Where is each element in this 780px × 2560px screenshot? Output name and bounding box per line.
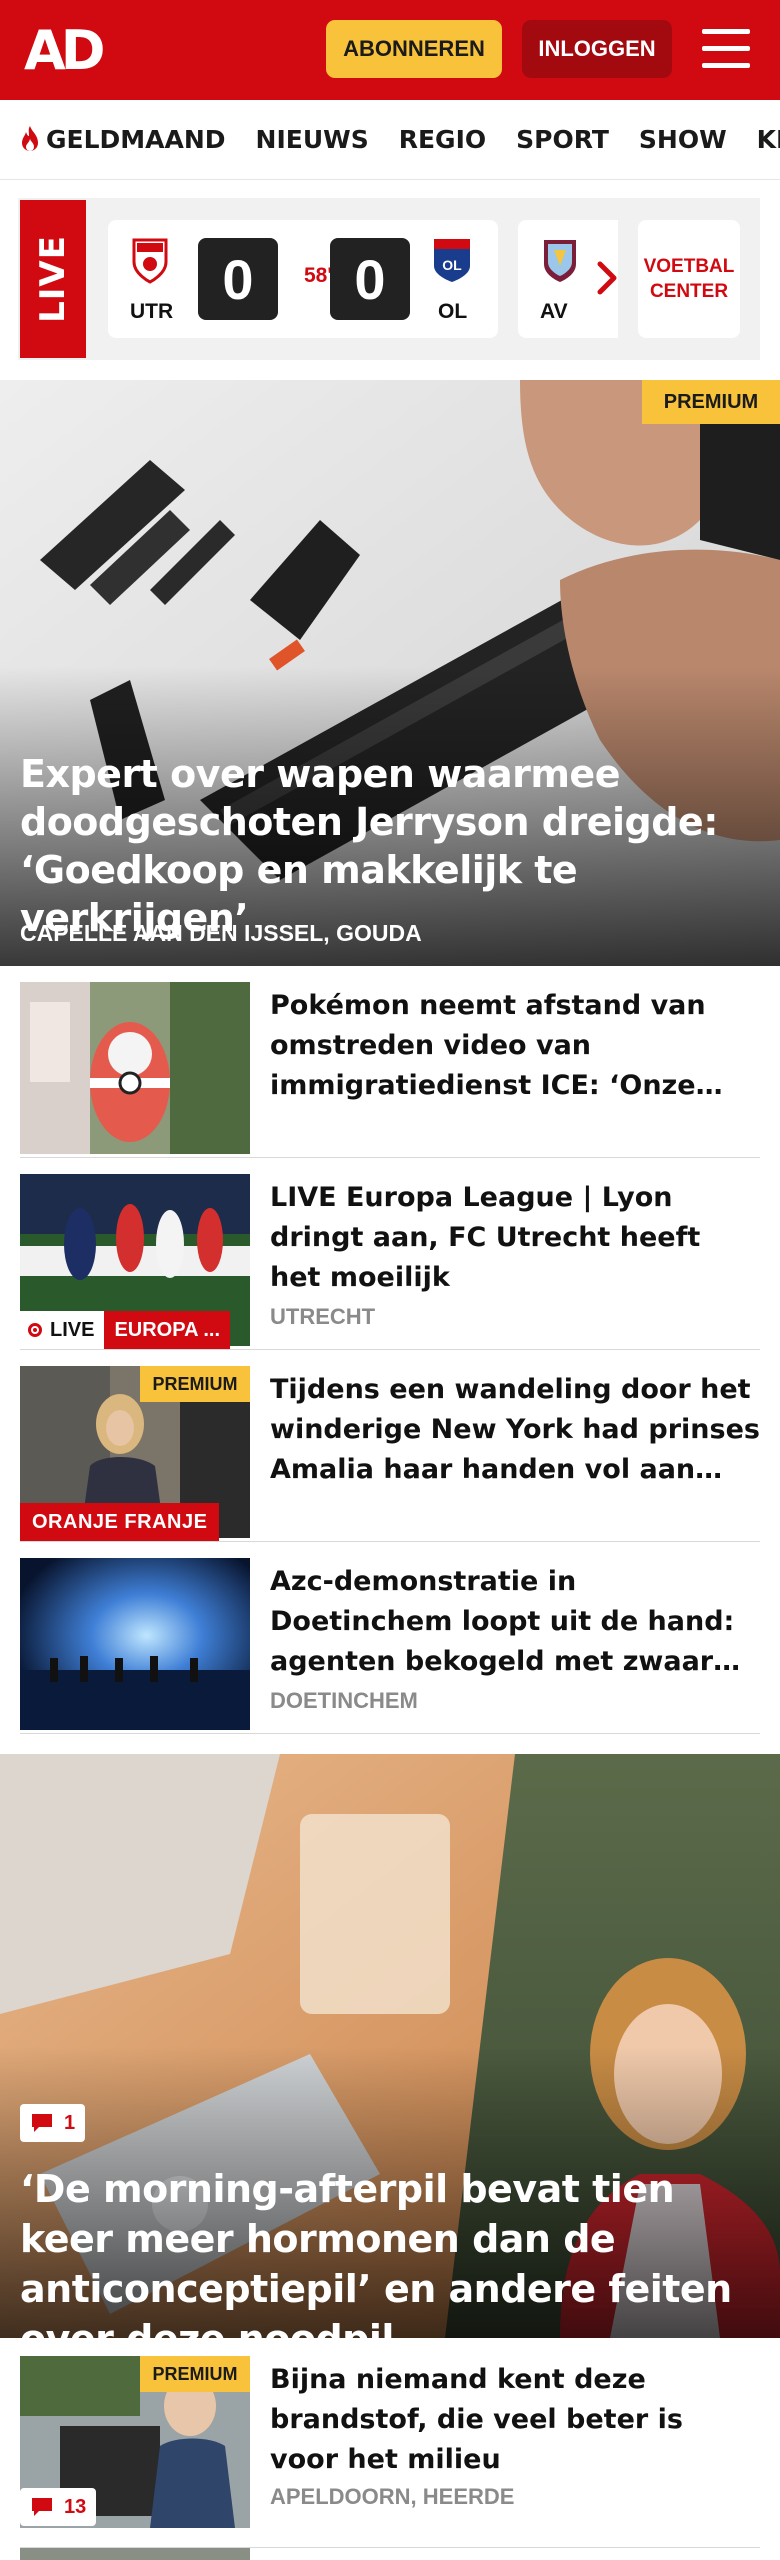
comment-icon — [32, 2498, 52, 2516]
article-title[interactable]: LIVE Europa League | Lyon dringt aan, FC… — [270, 1178, 760, 1298]
svg-text:OL: OL — [442, 257, 462, 273]
live-dot-icon — [28, 1323, 42, 1337]
nav-item-show[interactable]: SHOW — [639, 125, 727, 154]
ad-logo[interactable]: AD — [24, 24, 106, 78]
away-team-code: OL — [438, 300, 468, 323]
list-item[interactable]: PREMIUM 13 Bijna niemand kent deze brand… — [20, 2338, 760, 2548]
article-location: APELDOORN, HEERDE — [270, 2484, 515, 2509]
chevron-right-icon[interactable] — [578, 248, 638, 308]
comment-icon — [32, 2114, 52, 2132]
login-button[interactable]: INLOGGEN — [522, 20, 672, 78]
list-item[interactable]: PREMIUM ORANJE FRANJE Tijdens een wandel… — [20, 1350, 760, 1542]
subscribe-button[interactable]: ABONNEREN — [326, 20, 502, 78]
nav-item-sport[interactable]: SPORT — [516, 125, 609, 154]
hero2-title[interactable]: ‘De morning-afterpil bevat tien keer mee… — [20, 2164, 760, 2338]
hero-title[interactable]: Expert over wapen waarmee doodgeschoten … — [20, 750, 752, 942]
article-title[interactable]: Pokémon neemt afstand van omstreden vide… — [270, 986, 760, 1106]
away-score: 0 — [330, 238, 410, 320]
next-team-code: AV — [540, 300, 568, 323]
article-location: DOETINCHEM — [270, 1688, 418, 1713]
article-title[interactable]: Bijna niemand kent deze brandstof, die v… — [270, 2360, 760, 2480]
olympique-lyon-crest-icon: OL — [434, 239, 470, 282]
article-thumbnail — [20, 1558, 250, 1730]
section-nav: GELDMAAND NIEUWS REGIO SPORT SHOW KIJK — [0, 100, 780, 180]
hero-article-2[interactable]: 1 ‘De morning-afterpil bevat tien keer m… — [0, 1754, 780, 2338]
article-thumbnail — [20, 982, 250, 1154]
nav-label: GELDMAAND — [46, 125, 226, 154]
comment-count-badge[interactable]: 13 — [20, 2488, 97, 2526]
hero-location: CAPELLE AAN DEN IJSSEL, GOUDA — [20, 920, 422, 946]
article-location: UTRECHT — [270, 1304, 376, 1329]
fc-utrecht-crest-icon — [132, 238, 168, 284]
site-header: AD ABONNEREN INLOGGEN — [0, 0, 780, 100]
nav-item-geldmaand[interactable]: GELDMAAND — [18, 125, 226, 155]
list-item[interactable]: LIVE EUROPA ... LIVE Europa League | Lyo… — [20, 1158, 760, 1350]
comment-count-badge[interactable]: 1 — [20, 2104, 86, 2142]
nav-item-regio[interactable]: REGIO — [399, 125, 486, 154]
nav-item-nieuws[interactable]: NIEUWS — [256, 125, 369, 154]
list-item[interactable]: Azc-demonstratie in Doetinchem loopt uit… — [20, 1542, 760, 1734]
match-minute: 58' — [304, 264, 333, 287]
category-label: ORANJE FRANJE — [20, 1503, 220, 1541]
article-title[interactable]: Tijdens een wandeling door het winderige… — [270, 1370, 760, 1490]
next-article-peek — [20, 2548, 760, 2560]
premium-badge: PREMIUM — [140, 2356, 250, 2392]
live-category-label: LIVE EUROPA ... — [20, 1311, 231, 1349]
live-tag: LIVE — [20, 200, 86, 358]
home-score: 0 — [198, 238, 278, 320]
menu-icon[interactable] — [702, 26, 750, 72]
live-scores-widget: LIVE UTR 0 58' 0 OL OL AV VOETBAL CENTER — [18, 198, 760, 360]
hero-article[interactable]: PREMIUM Expert over wapen waarmee doodge… — [0, 380, 780, 966]
article-title[interactable]: Azc-demonstratie in Doetinchem loopt uit… — [270, 1562, 760, 1682]
nav-item-kijk[interactable]: KIJK — [757, 125, 780, 154]
aston-villa-crest-icon — [544, 240, 576, 282]
premium-badge: PREMIUM — [140, 1366, 250, 1402]
match-card[interactable]: UTR 0 58' 0 OL OL — [108, 220, 498, 338]
list-item[interactable]: Pokémon neemt afstand van omstreden vide… — [20, 966, 760, 1158]
flame-icon — [22, 125, 38, 151]
premium-badge: PREMIUM — [642, 380, 780, 424]
voetbal-center-button[interactable]: VOETBAL CENTER — [638, 220, 740, 338]
home-team-code: UTR — [130, 300, 174, 323]
